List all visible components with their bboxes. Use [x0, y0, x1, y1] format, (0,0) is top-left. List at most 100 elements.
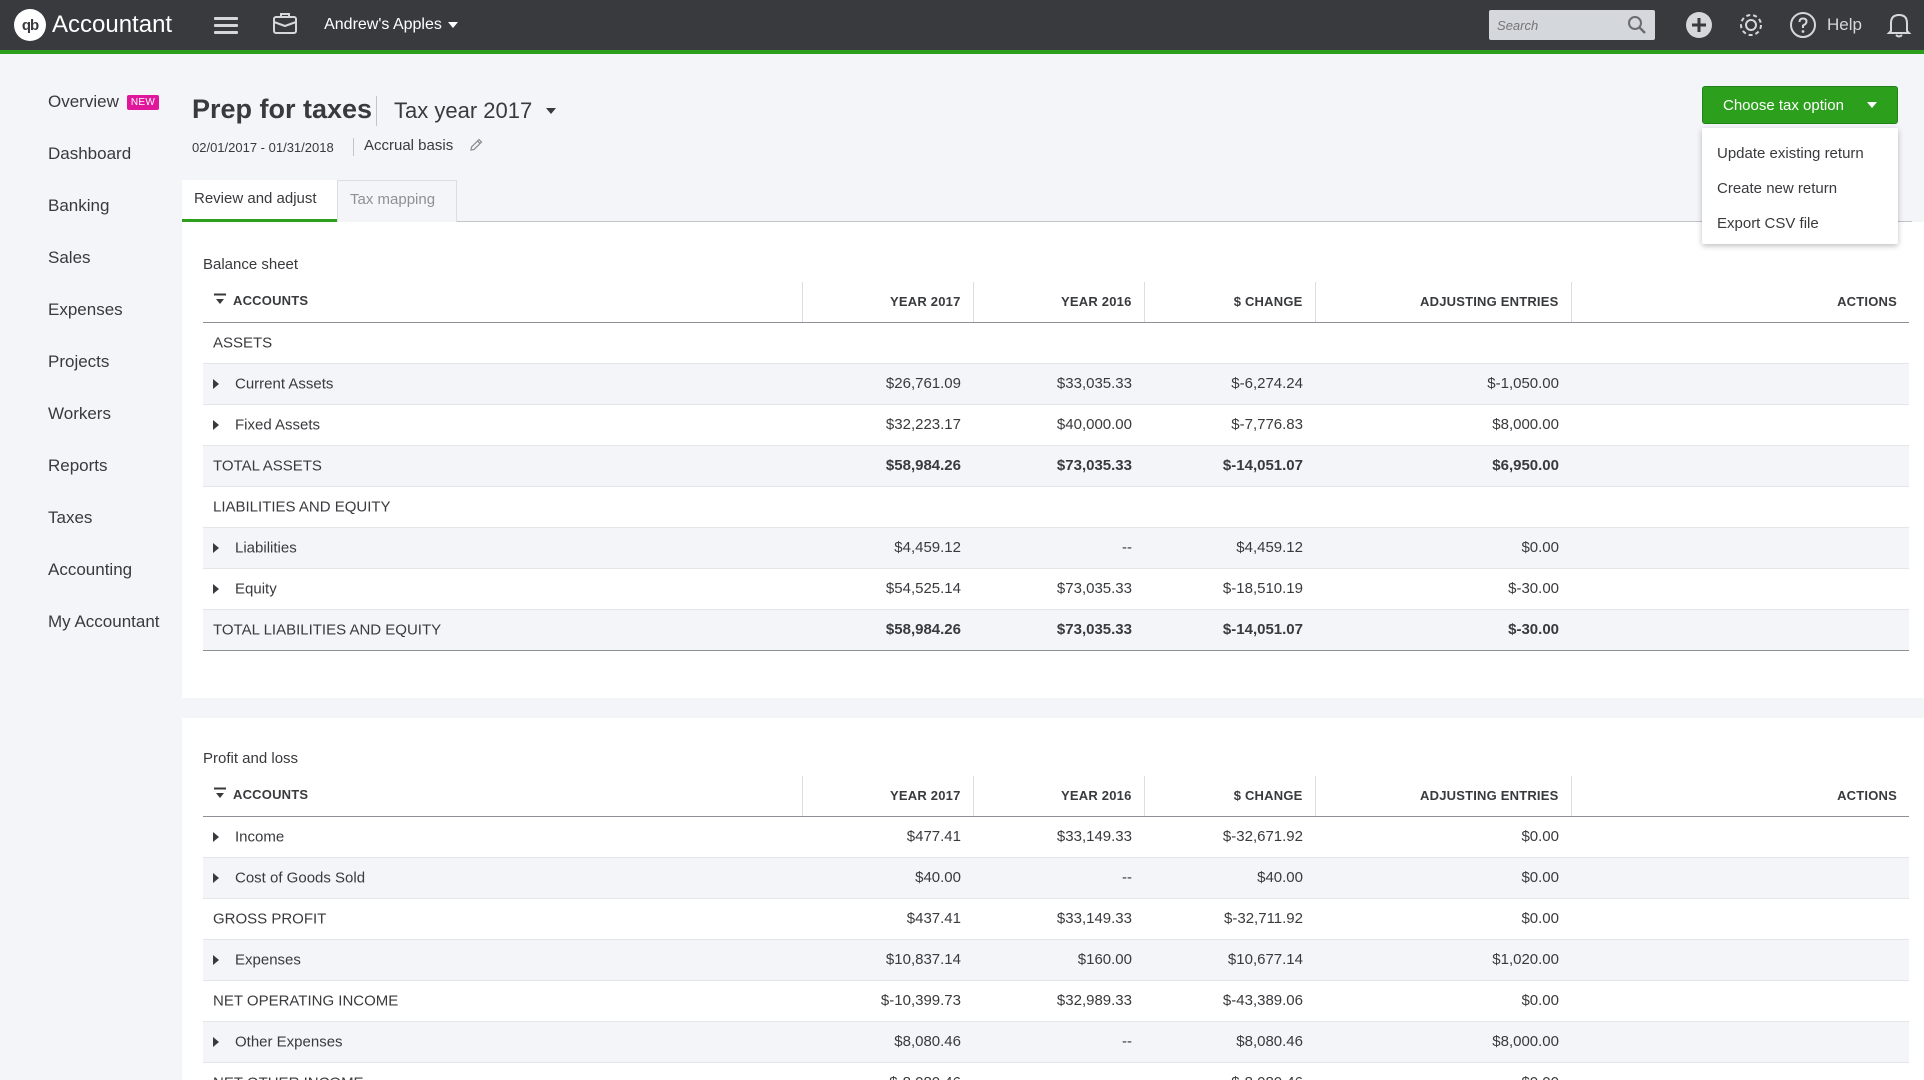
add-new-icon[interactable] [1685, 11, 1713, 39]
year-2016-cell: $73,035.33 [973, 609, 1144, 651]
briefcase-icon[interactable] [272, 11, 298, 40]
sidebar-item-accounting[interactable]: Accounting [48, 560, 132, 580]
brand[interactable]: qb Accountant [14, 0, 172, 50]
search-icon[interactable] [1627, 15, 1647, 35]
adjusting-entries-cell: $0.00 [1315, 980, 1571, 1022]
tax-year-dropdown[interactable]: Tax year 2017 [394, 98, 557, 124]
table-row[interactable]: Current Assets $26,761.09 $33,035.33 $-6,27… [203, 363, 1909, 405]
menu-item-update-existing-return[interactable]: Update existing return [1702, 136, 1898, 171]
adjusting-entries-cell: $0.00 [1315, 857, 1571, 899]
hamburger-menu-icon[interactable] [214, 16, 239, 34]
table-row[interactable]: Income $477.41 $33,149.33 $-32,671.92 $0.00 [203, 816, 1909, 858]
change-cell: $-14,051.07 [1144, 445, 1315, 487]
actions-cell [1571, 486, 1909, 528]
sidebar-item-reports[interactable]: Reports [48, 456, 108, 476]
actions-cell [1571, 898, 1909, 940]
expand-triangle-icon[interactable] [213, 419, 219, 430]
change-cell [1144, 486, 1315, 528]
expand-triangle-icon[interactable] [213, 583, 219, 594]
account-label: Income [235, 828, 285, 846]
sidebar-item-dashboard[interactable]: Dashboard [48, 144, 131, 164]
section-title: Balance sheet [203, 256, 299, 273]
sidebar-item-label: Accounting [48, 560, 133, 579]
sidebar-item-label: My Accountant [48, 612, 160, 631]
account-label: GROSS PROFIT [213, 910, 327, 928]
year-2017-cell: $10,837.14 [802, 939, 973, 981]
balance-sheet-panel: Balance sheet ACCOUNTS YEAR 2017 YEAR 20… [182, 222, 1924, 698]
section-title: Profit and loss [203, 750, 299, 767]
sidebar-item-expenses[interactable]: Expenses [48, 300, 123, 320]
column-header-adjusting-entries: ADJUSTING ENTRIES [1314, 776, 1571, 817]
account-label: Fixed Assets [235, 416, 321, 434]
table-row[interactable]: Equity $54,525.14 $73,035.33 $-18,510.19 $-3… [203, 568, 1909, 610]
balance-sheet-table: ACCOUNTS YEAR 2017 YEAR 2016 $ CHANGE AD… [203, 282, 1909, 651]
expand-triangle-icon[interactable] [213, 954, 219, 965]
sidebar-item-banking[interactable]: Banking [48, 196, 109, 216]
table-row[interactable]: Other Expenses $8,080.46 -- $8,080.46 $8,000… [203, 1021, 1909, 1063]
change-cell: $-6,274.24 [1144, 363, 1315, 405]
sidebar-item-label: Overview [48, 92, 119, 111]
expand-triangle-icon[interactable] [213, 831, 219, 842]
choose-tax-option-button[interactable]: Choose tax option [1702, 86, 1898, 124]
expand-triangle-icon[interactable] [213, 1036, 219, 1047]
adjusting-entries-cell: $0.00 [1315, 898, 1571, 940]
table-row[interactable]: Liabilities $4,459.12 -- $4,459.12 $0.00 [203, 527, 1909, 569]
adjusting-entries-cell: $8,000.00 [1315, 404, 1571, 446]
year-2017-cell: $32,223.17 [802, 404, 973, 446]
menu-item-export-csv-file[interactable]: Export CSV file [1702, 206, 1898, 241]
year-2016-cell: $160.00 [973, 939, 1144, 981]
sidebar-item-label: Dashboard [48, 144, 132, 163]
column-header-accounts[interactable]: ACCOUNTS [203, 776, 802, 817]
column-label: ACCOUNTS [233, 293, 309, 309]
gear-icon[interactable] [1737, 11, 1765, 39]
account-label: NET OPERATING INCOME [213, 992, 399, 1010]
year-2016-cell: -- [973, 1062, 1144, 1080]
account-cell: Other Expenses [203, 1021, 802, 1063]
sidebar-item-overview[interactable]: Overview NEW [48, 92, 160, 112]
account-label: Liabilities [235, 539, 297, 557]
year-2017-cell: $8,080.46 [802, 1021, 973, 1063]
page-title: Prep for taxes [192, 94, 373, 124]
company-switcher[interactable]: Andrew's Apples [324, 16, 458, 34]
sidebar-item-my-accountant[interactable]: My Accountant [48, 612, 160, 632]
adjusting-entries-cell: $8,000.00 [1315, 1021, 1571, 1063]
adjusting-entries-cell: $6,950.00 [1315, 445, 1571, 487]
expand-triangle-icon[interactable] [213, 542, 219, 553]
account-cell: Fixed Assets [203, 404, 802, 446]
search-input[interactable] [1497, 17, 1618, 33]
expand-triangle-icon[interactable] [213, 378, 219, 389]
table-row[interactable]: Fixed Assets $32,223.17 $40,000.00 $-7,776.… [203, 404, 1909, 446]
sidebar-item-taxes[interactable]: Taxes [48, 508, 92, 528]
sidebar-item-label: Expenses [48, 300, 123, 319]
menu-item-create-new-return[interactable]: Create new return [1702, 171, 1898, 206]
sidebar-item-workers[interactable]: Workers [48, 404, 111, 424]
column-header-accounts[interactable]: ACCOUNTS [203, 282, 802, 323]
date-range: 02/01/2017 - 01/31/2018 [192, 140, 334, 155]
year-2016-cell: $33,149.33 [973, 816, 1144, 858]
column-header-year-2016: YEAR 2016 [972, 776, 1144, 817]
chevron-down-icon [546, 108, 557, 114]
change-cell [1144, 322, 1315, 364]
tab-bar: Review and adjust Tax mapping [182, 180, 1912, 222]
actions-cell [1571, 816, 1909, 858]
actions-cell [1571, 527, 1909, 569]
sidebar-item-sales[interactable]: Sales [48, 248, 91, 268]
tab-tax-mapping[interactable]: Tax mapping [337, 180, 457, 222]
tab-review-and-adjust[interactable]: Review and adjust [182, 180, 337, 222]
sidebar-item-label: Taxes [48, 508, 93, 527]
sidebar-item-projects[interactable]: Projects [48, 352, 109, 372]
column-header-change: $ CHANGE [1143, 776, 1315, 817]
search-box[interactable] [1489, 10, 1656, 40]
expand-triangle-icon[interactable] [213, 872, 219, 883]
table-row[interactable]: Expenses $10,837.14 $160.00 $10,677.14 $1,02… [203, 939, 1909, 981]
account-cell: Liabilities [203, 527, 802, 569]
brand-name: Accountant [52, 11, 173, 38]
account-label: ASSETS [213, 334, 273, 352]
change-cell: $-7,776.83 [1144, 404, 1315, 446]
bell-icon[interactable] [1886, 11, 1912, 39]
pencil-icon[interactable] [468, 137, 484, 158]
column-header-actions: ACTIONS [1570, 282, 1909, 323]
help-button[interactable]: Help [1789, 11, 1862, 39]
table-row[interactable]: Cost of Goods Sold $40.00 -- $40.00 $0.00 [203, 857, 1909, 899]
account-cell: Current Assets [203, 363, 802, 405]
